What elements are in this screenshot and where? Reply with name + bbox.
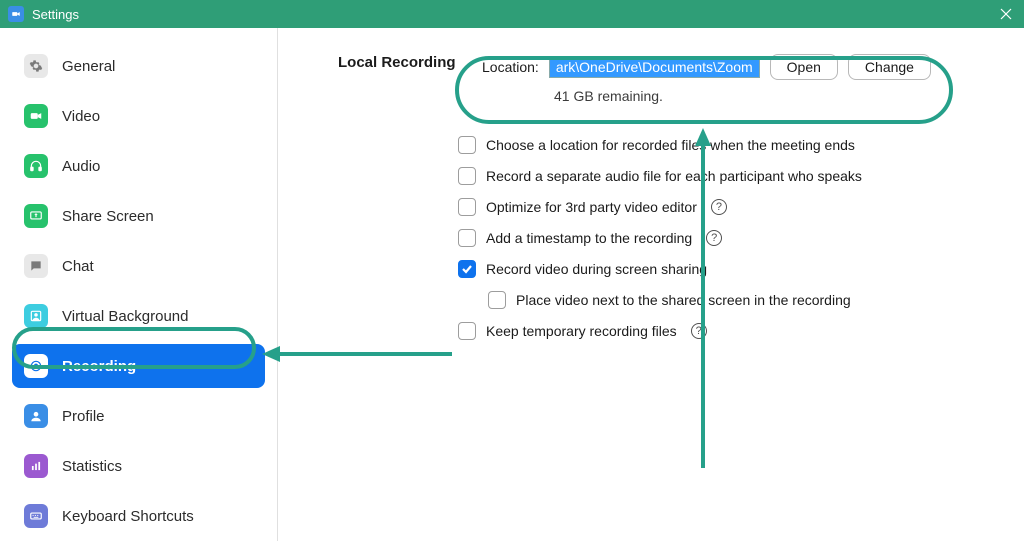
opt-add-timestamp[interactable]: Add a timestamp to the recording ? [458, 229, 984, 247]
opt-optimize-3rd-party[interactable]: Optimize for 3rd party video editor ? [458, 198, 984, 216]
checkbox-unchecked[interactable] [458, 322, 476, 340]
sidebar-item-virtual-background[interactable]: Virtual Background [12, 294, 265, 338]
sidebar-item-share-screen[interactable]: Share Screen [12, 194, 265, 238]
sidebar-item-label: Video [62, 108, 100, 125]
virtual-background-icon [24, 304, 48, 328]
statistics-icon [24, 454, 48, 478]
location-label: Location: [482, 59, 539, 75]
open-button[interactable]: Open [770, 54, 838, 80]
opt-choose-location-after[interactable]: Choose a location for recorded files whe… [458, 136, 984, 154]
sidebar-item-label: Share Screen [62, 208, 154, 225]
change-button[interactable]: Change [848, 54, 931, 80]
checkbox-unchecked[interactable] [458, 229, 476, 247]
window-title: Settings [32, 7, 79, 22]
sidebar-item-label: Keyboard Shortcuts [62, 508, 194, 525]
sidebar-item-profile[interactable]: Profile [12, 394, 265, 438]
video-icon [24, 104, 48, 128]
sidebar-item-label: Audio [62, 158, 100, 175]
gear-icon [24, 54, 48, 78]
sidebar-item-label: Statistics [62, 458, 122, 475]
chat-icon [24, 254, 48, 278]
sidebar-item-statistics[interactable]: Statistics [12, 444, 265, 488]
opt-separate-audio[interactable]: Record a separate audio file for each pa… [458, 167, 984, 185]
opt-label: Add a timestamp to the recording [486, 230, 692, 246]
sidebar-item-recording[interactable]: Recording [12, 344, 265, 388]
headphones-icon [24, 154, 48, 178]
close-button[interactable] [996, 4, 1016, 24]
sidebar-item-label: General [62, 58, 115, 75]
opt-label: Optimize for 3rd party video editor [486, 199, 697, 215]
opt-record-video-screen-share[interactable]: Record video during screen sharing [458, 260, 984, 278]
share-screen-icon [24, 204, 48, 228]
checkbox-unchecked[interactable] [488, 291, 506, 309]
section-title: Local Recording [338, 54, 458, 71]
opt-keep-temp-files[interactable]: Keep temporary recording files ? [458, 322, 984, 340]
settings-sidebar: General Video Audio Share Screen Chat Vi… [0, 28, 278, 541]
sidebar-item-label: Profile [62, 408, 105, 425]
opt-place-video-next-to-shared[interactable]: Place video next to the shared screen in… [488, 291, 984, 309]
record-icon [24, 354, 48, 378]
location-path[interactable]: ark\OneDrive\Documents\Zoom [549, 56, 760, 78]
sidebar-item-label: Chat [62, 258, 94, 275]
checkbox-unchecked[interactable] [458, 167, 476, 185]
opt-label: Place video next to the shared screen in… [516, 292, 851, 308]
sidebar-item-audio[interactable]: Audio [12, 144, 265, 188]
opt-label: Choose a location for recorded files whe… [486, 137, 855, 153]
help-icon[interactable]: ? [711, 199, 727, 215]
sidebar-item-chat[interactable]: Chat [12, 244, 265, 288]
sidebar-item-general[interactable]: General [12, 44, 265, 88]
checkbox-unchecked[interactable] [458, 136, 476, 154]
settings-main-panel: Local Recording Location: ark\OneDrive\D… [278, 28, 1024, 541]
checkbox-checked[interactable] [458, 260, 476, 278]
profile-icon [24, 404, 48, 428]
checkbox-unchecked[interactable] [458, 198, 476, 216]
sidebar-item-label: Virtual Background [62, 308, 188, 325]
sidebar-item-keyboard-shortcuts[interactable]: Keyboard Shortcuts [12, 494, 265, 538]
help-icon[interactable]: ? [706, 230, 722, 246]
keyboard-icon [24, 504, 48, 528]
storage-remaining: 41 GB remaining. [554, 88, 984, 104]
sidebar-item-video[interactable]: Video [12, 94, 265, 138]
app-icon [8, 6, 24, 22]
opt-label: Record video during screen sharing [486, 261, 707, 277]
window-titlebar: Settings [0, 0, 1024, 28]
help-icon[interactable]: ? [691, 323, 707, 339]
sidebar-item-label: Recording [62, 358, 136, 375]
opt-label: Keep temporary recording files [486, 323, 677, 339]
opt-label: Record a separate audio file for each pa… [486, 168, 862, 184]
